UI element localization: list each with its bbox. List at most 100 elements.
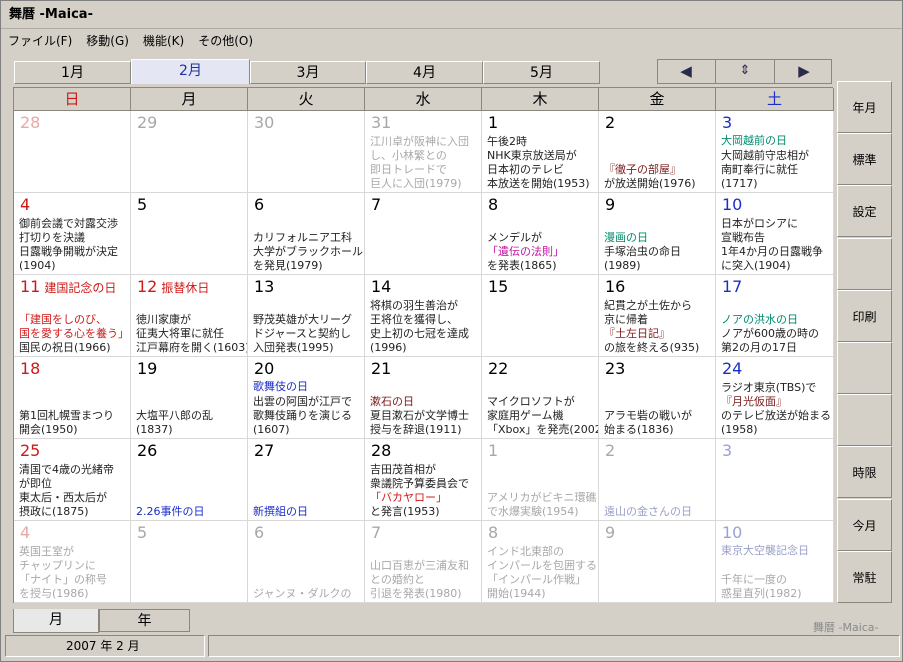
- event-line: 「遺伝の法則」: [487, 245, 564, 258]
- sidebar-button[interactable]: 常駐: [837, 550, 892, 603]
- event-line: (1989): [604, 259, 641, 272]
- day-cell[interactable]: 1 午後2時 NHK東京放送局が 日本初のテレビ 本放送を開始(1953): [482, 111, 599, 193]
- day-cell[interactable]: 10 東京大空襲記念日 千年に一度の 惑星直列(1982): [716, 521, 834, 603]
- day-number: 24: [722, 360, 742, 378]
- sidebar-button[interactable]: 今月: [837, 498, 892, 551]
- day-cell[interactable]: 3 大岡越前の日 大岡越前守忠相が 南町奉行に就任 (1717): [716, 111, 834, 193]
- day-cell[interactable]: 2 遠山の金さんの日: [599, 439, 716, 521]
- sidebar-button[interactable]: [837, 342, 892, 394]
- sidebar-button[interactable]: [837, 394, 892, 447]
- day-number: 2: [605, 442, 615, 460]
- day-cell[interactable]: 24 ラジオ東京(TBS)で 『月光仮面』 のテレビ放送が始まる (1958): [716, 357, 834, 439]
- day-cell[interactable]: 19 大塩平八郎の乱 (1837): [131, 357, 248, 439]
- day-number: 6: [254, 196, 264, 214]
- sidebar-button[interactable]: [837, 237, 892, 290]
- next-month-button[interactable]: ▶: [776, 60, 832, 83]
- event-line: 入団発表(1995): [253, 341, 334, 354]
- month-tab[interactable]: 1月: [14, 61, 131, 84]
- day-cell[interactable]: 4 御前会議で対露交渉 打切りを決議 日露戦争開戦が決定 (1904): [14, 193, 131, 275]
- day-cell[interactable]: 5: [131, 193, 248, 275]
- event-line: 『土左日記』: [604, 327, 670, 340]
- event-line: 千年に一度の: [721, 573, 787, 586]
- day-number: 9: [605, 196, 615, 214]
- event-line: チャップリンに: [19, 559, 96, 572]
- day-cell[interactable]: 14 将棋の羽生善治が 王将位を獲得し、 史上初の七冠を達成 (1996): [365, 275, 482, 357]
- day-cell[interactable]: 10 日本がロシアに 宣戦布告 1年4か月の日露戦争 に突入(1904): [716, 193, 834, 275]
- day-number-text: 13: [254, 277, 275, 296]
- day-number-text: 25: [20, 441, 41, 460]
- day-cell[interactable]: 17 ノアの洪水の日 ノアが600歳の時の 第2の月の17日: [716, 275, 834, 357]
- day-cell[interactable]: 7 山口百恵が三浦友和 との婚約と 引退を発表(1980): [365, 521, 482, 603]
- menu-item[interactable]: その他(O): [191, 30, 260, 52]
- day-cell[interactable]: 12 振替休日 徳川家康が 征夷大将軍に就任 江戸幕府を開く(1603): [131, 275, 248, 357]
- day-cell[interactable]: 9: [599, 521, 716, 603]
- day-cell[interactable]: 5: [131, 521, 248, 603]
- sidebar-button[interactable]: 時限: [837, 446, 892, 499]
- day-number-text: 10: [722, 195, 743, 214]
- day-cell[interactable]: 8 メンデルが 「遺伝の法則」 を発表(1865): [482, 193, 599, 275]
- menu-item[interactable]: ファイル(F): [1, 30, 79, 52]
- day-cell[interactable]: 4 英国王室が チャップリンに 「ナイト」の称号 を授与(1986): [14, 521, 131, 603]
- sidebar-button[interactable]: 印刷: [837, 289, 892, 342]
- day-cell[interactable]: 11 建国記念の日 「建国をしのび、 国を愛する心を養う」 国民の祝日(1966): [14, 275, 131, 357]
- day-cell[interactable]: 13 野茂英雄が大リーグ ドジャースと契約し 入団発表(1995): [248, 275, 365, 357]
- day-cell[interactable]: 8 インド北東部の インパールを包囲する 「インパール作戦」 開始(1944): [482, 521, 599, 603]
- event-line: 将棋の羽生善治が: [370, 299, 458, 312]
- day-cell[interactable]: 28: [14, 111, 131, 193]
- scroll-month-button[interactable]: ⇕: [715, 60, 775, 83]
- menu-item[interactable]: 移動(G): [79, 30, 136, 52]
- status-date: 2007 年 2 月: [5, 635, 205, 657]
- month-tab[interactable]: 4月: [366, 61, 483, 84]
- day-cell[interactable]: 31 江川卓が阪神に入団 し、小林繁との 即日トレードで 巨人に入団(1979): [365, 111, 482, 193]
- prev-month-button[interactable]: ◀: [658, 60, 714, 83]
- sidebar-button[interactable]: 標準: [837, 133, 892, 186]
- day-cell[interactable]: 27 新撰組の日: [248, 439, 365, 521]
- day-cell[interactable]: 29: [131, 111, 248, 193]
- view-tab[interactable]: 年: [99, 609, 190, 632]
- event-line: 「建国をしのび、: [19, 313, 107, 326]
- day-cell[interactable]: 15: [482, 275, 599, 357]
- day-cell[interactable]: 30: [248, 111, 365, 193]
- day-cell[interactable]: 3: [716, 439, 834, 521]
- event-line: 2.26事件の日: [136, 505, 205, 518]
- day-cell[interactable]: 9 漫画の日 手塚治虫の命日 (1989): [599, 193, 716, 275]
- event-line: に突入(1904): [721, 259, 791, 272]
- day-number: 12 振替休日: [137, 278, 209, 297]
- day-cell[interactable]: 1 アメリカがビキニ環礁 で水爆実験(1954): [482, 439, 599, 521]
- sidebar-button[interactable]: 設定: [837, 185, 892, 238]
- event-line: インド北東部の: [487, 545, 564, 558]
- month-tab[interactable]: 2月: [131, 59, 250, 84]
- day-number: 5: [137, 524, 147, 542]
- sidebar-button[interactable]: 年月: [837, 81, 892, 133]
- day-number: 26: [137, 442, 157, 460]
- day-cell[interactable]: 2 『徹子の部屋』 が放送開始(1976): [599, 111, 716, 193]
- day-number: 20: [254, 360, 274, 378]
- day-cell[interactable]: 26 2.26事件の日: [131, 439, 248, 521]
- event-line: し、小林繁との: [370, 149, 447, 162]
- menu-bar: ファイル(F) 移動(G) 機能(K) その他(O): [1, 30, 902, 52]
- day-cell[interactable]: 21 漱石の日 夏目漱石が文学博士 授与を辞退(1911): [365, 357, 482, 439]
- day-cell[interactable]: 28 吉田茂首相が 衆議院予算委員会で 「バカヤロー」 と発言(1953): [365, 439, 482, 521]
- event-line: 開会(1950): [19, 423, 78, 436]
- day-cell[interactable]: 6 カリフォルニア工科 大学がブラックホール を発見(1979): [248, 193, 365, 275]
- month-tab[interactable]: 3月: [250, 61, 366, 84]
- day-cell[interactable]: 22 マイクロソフトが 家庭用ゲーム機 「Xbox」を発売(2002): [482, 357, 599, 439]
- day-number: 10: [722, 524, 742, 542]
- day-cell[interactable]: 6 ジャンヌ・ダルクの: [248, 521, 365, 603]
- event-line: で水爆実験(1954): [487, 505, 579, 518]
- view-tab[interactable]: 月: [13, 609, 99, 633]
- month-tab[interactable]: 5月: [483, 61, 600, 84]
- day-cell[interactable]: 18 第1回札幌雪まつり 開会(1950): [14, 357, 131, 439]
- day-cell[interactable]: 7: [365, 193, 482, 275]
- day-cell[interactable]: 23 アラモ砦の戦いが 始まる(1836): [599, 357, 716, 439]
- day-cell[interactable]: 25 清国で4歳の光緒帝 が即位 東太后・西太后が 摂政に(1875): [14, 439, 131, 521]
- day-number: 13: [254, 278, 274, 296]
- day-cell[interactable]: 16 紀貫之が土佐から 京に帰着 『土左日記』 の旅を終える(935): [599, 275, 716, 357]
- menu-item[interactable]: 機能(K): [136, 30, 191, 52]
- event-line: 午後2時: [487, 135, 527, 148]
- event-line: 東京大空襲記念日: [721, 543, 809, 557]
- event-line: マイクロソフトが: [487, 395, 575, 408]
- day-number-text: 8: [488, 523, 499, 542]
- day-cell[interactable]: 20 歌舞伎の日 出雲の阿国が江戸で 歌舞伎踊りを演じる (1607): [248, 357, 365, 439]
- day-number-text: 9: [605, 523, 616, 542]
